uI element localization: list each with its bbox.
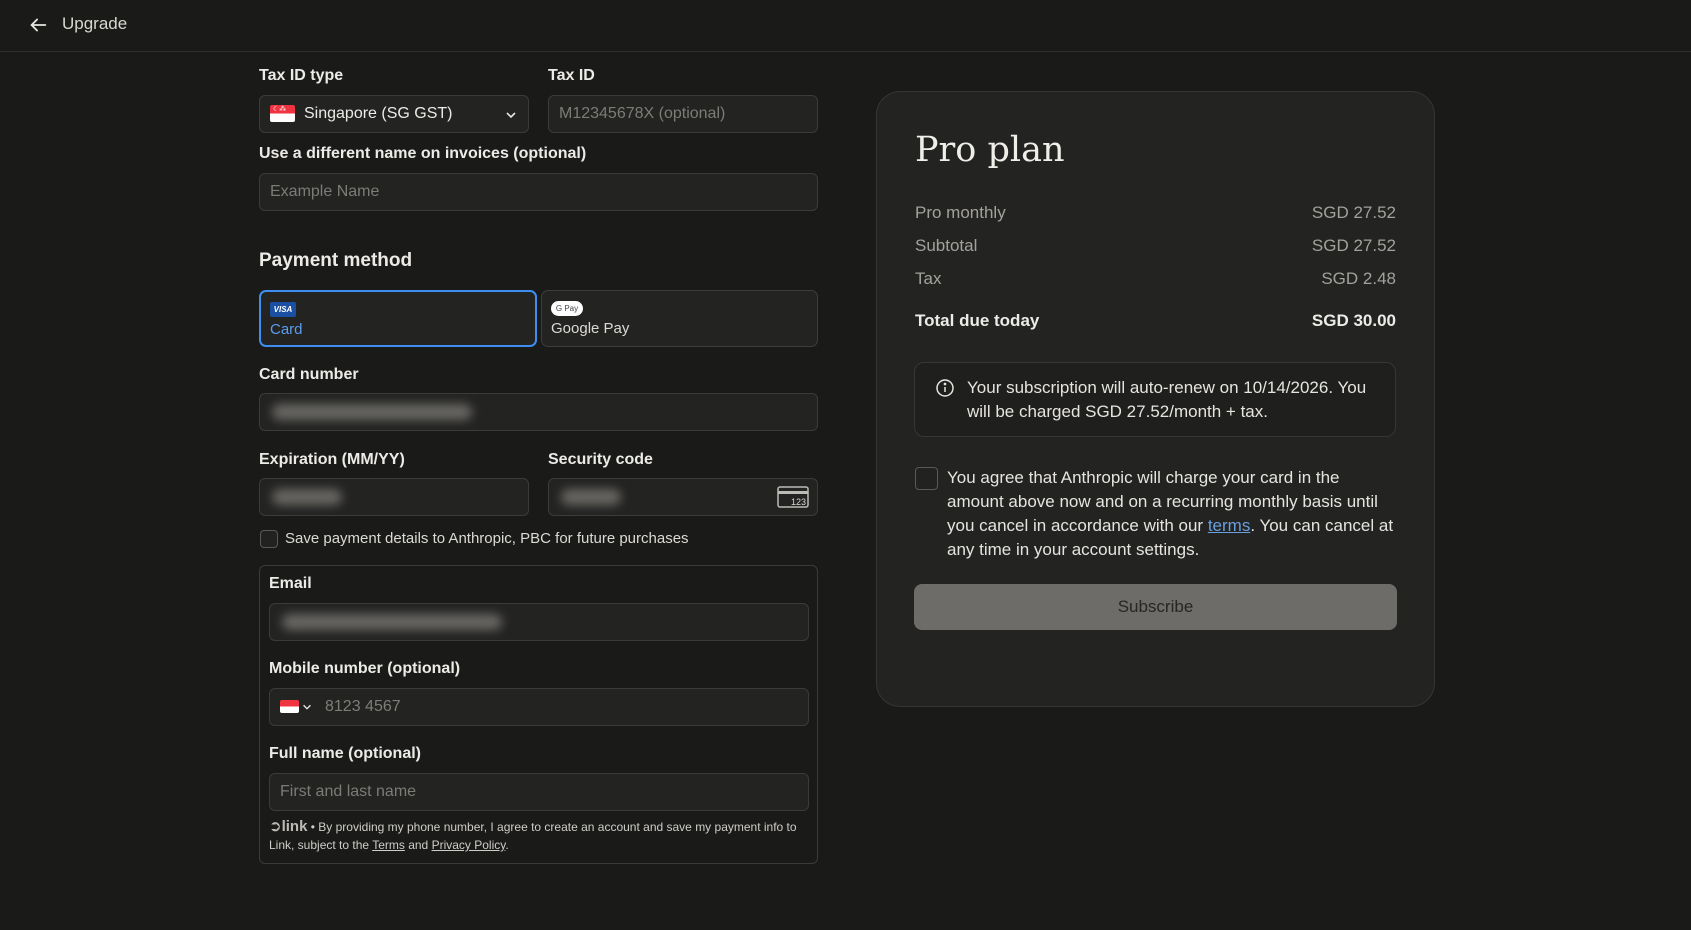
tax-id-input[interactable] xyxy=(548,95,818,133)
invoice-name-label: Use a different name on invoices (option… xyxy=(259,145,587,162)
auto-renew-text: Your subscription will auto-renew on 10/… xyxy=(967,378,1367,421)
payment-option-card[interactable]: VISA Card xyxy=(259,290,537,347)
save-details-checkbox[interactable] xyxy=(260,530,278,548)
security-code-label: Security code xyxy=(548,451,653,468)
tax-id-type-label: Tax ID type xyxy=(259,67,344,84)
redacted-security-code xyxy=(561,489,621,505)
singapore-flag-icon: ☾⁂ xyxy=(270,105,295,122)
link-terms[interactable]: Terms xyxy=(372,838,405,852)
mobile-label: Mobile number (optional) xyxy=(269,660,461,677)
save-details-label: Save payment details to Anthropic, PBC f… xyxy=(285,530,689,547)
payment-option-card-label: Card xyxy=(270,321,303,338)
redacted-email xyxy=(282,614,502,630)
card-number-input[interactable] xyxy=(259,393,818,431)
link-privacy-policy[interactable]: Privacy Policy xyxy=(432,838,506,852)
agree-checkbox[interactable] xyxy=(915,467,938,490)
google-pay-icon: G Pay xyxy=(551,301,583,316)
email-input[interactable] xyxy=(269,603,809,641)
security-code-input[interactable]: 123 xyxy=(548,478,818,516)
singapore-flag-icon[interactable] xyxy=(280,700,299,713)
subscribe-button[interactable]: Subscribe xyxy=(914,584,1397,630)
subtotal-label: Subtotal xyxy=(915,236,978,255)
expiration-input[interactable] xyxy=(259,478,529,516)
link-footnote: ➲link • By providing my phone number, I … xyxy=(269,818,809,854)
link-logo: ➲link xyxy=(269,818,308,835)
email-label: Email xyxy=(269,575,312,592)
chevron-down-icon[interactable] xyxy=(301,701,313,713)
footnote-period: . xyxy=(505,838,509,852)
payment-option-google-pay-label: Google Pay xyxy=(551,320,630,337)
card-number-label: Card number xyxy=(259,366,359,383)
tax-id-label: Tax ID xyxy=(548,67,595,84)
visa-icon: VISA xyxy=(270,302,296,317)
cvc-icon-text: 123 xyxy=(791,497,806,507)
pro-monthly-value: SGD 27.52 xyxy=(1311,203,1396,222)
agree-text: You agree that Anthropic will charge you… xyxy=(947,468,1394,559)
tax-label: Tax xyxy=(915,269,942,288)
invoice-name-input[interactable] xyxy=(259,173,818,211)
tax-value: SGD 2.48 xyxy=(1321,269,1396,288)
redacted-expiration xyxy=(272,489,342,505)
terms-link[interactable]: terms xyxy=(1208,516,1251,535)
footnote-and: and xyxy=(404,838,432,852)
page-title: Upgrade xyxy=(62,14,128,33)
card-cvc-icon: 123 xyxy=(777,486,809,508)
redacted-card-number xyxy=(272,404,472,420)
total-label: Total due today xyxy=(915,311,1040,330)
link-footnote-text: • By providing my phone number, I agree … xyxy=(269,820,797,852)
auto-renew-notice: Your subscription will auto-renew on 10/… xyxy=(914,362,1396,437)
expiration-label: Expiration (MM/YY) xyxy=(259,451,405,468)
order-summary-card: Pro plan Pro monthly SGD 27.52 Subtotal … xyxy=(876,91,1435,707)
arrow-left-icon[interactable] xyxy=(27,14,49,36)
full-name-label: Full name (optional) xyxy=(269,745,421,762)
pro-monthly-label: Pro monthly xyxy=(915,203,1006,222)
mobile-placeholder: 8123 4567 xyxy=(325,698,401,715)
payment-method-title: Payment method xyxy=(259,250,413,271)
top-bar: Upgrade xyxy=(0,0,1691,52)
tax-id-type-select[interactable]: ☾⁂ Singapore (SG GST) xyxy=(259,95,529,133)
subtotal-value: SGD 27.52 xyxy=(1311,236,1396,255)
tax-id-type-value: Singapore (SG GST) xyxy=(304,105,453,122)
info-icon xyxy=(936,379,954,397)
total-value: SGD 30.00 xyxy=(1311,311,1396,330)
plan-title: Pro plan xyxy=(915,130,1065,170)
payment-option-google-pay[interactable]: G Pay Google Pay xyxy=(541,290,818,347)
chevron-down-icon xyxy=(506,112,516,119)
full-name-input[interactable] xyxy=(269,773,809,811)
mobile-input[interactable]: 8123 4567 xyxy=(269,688,809,726)
